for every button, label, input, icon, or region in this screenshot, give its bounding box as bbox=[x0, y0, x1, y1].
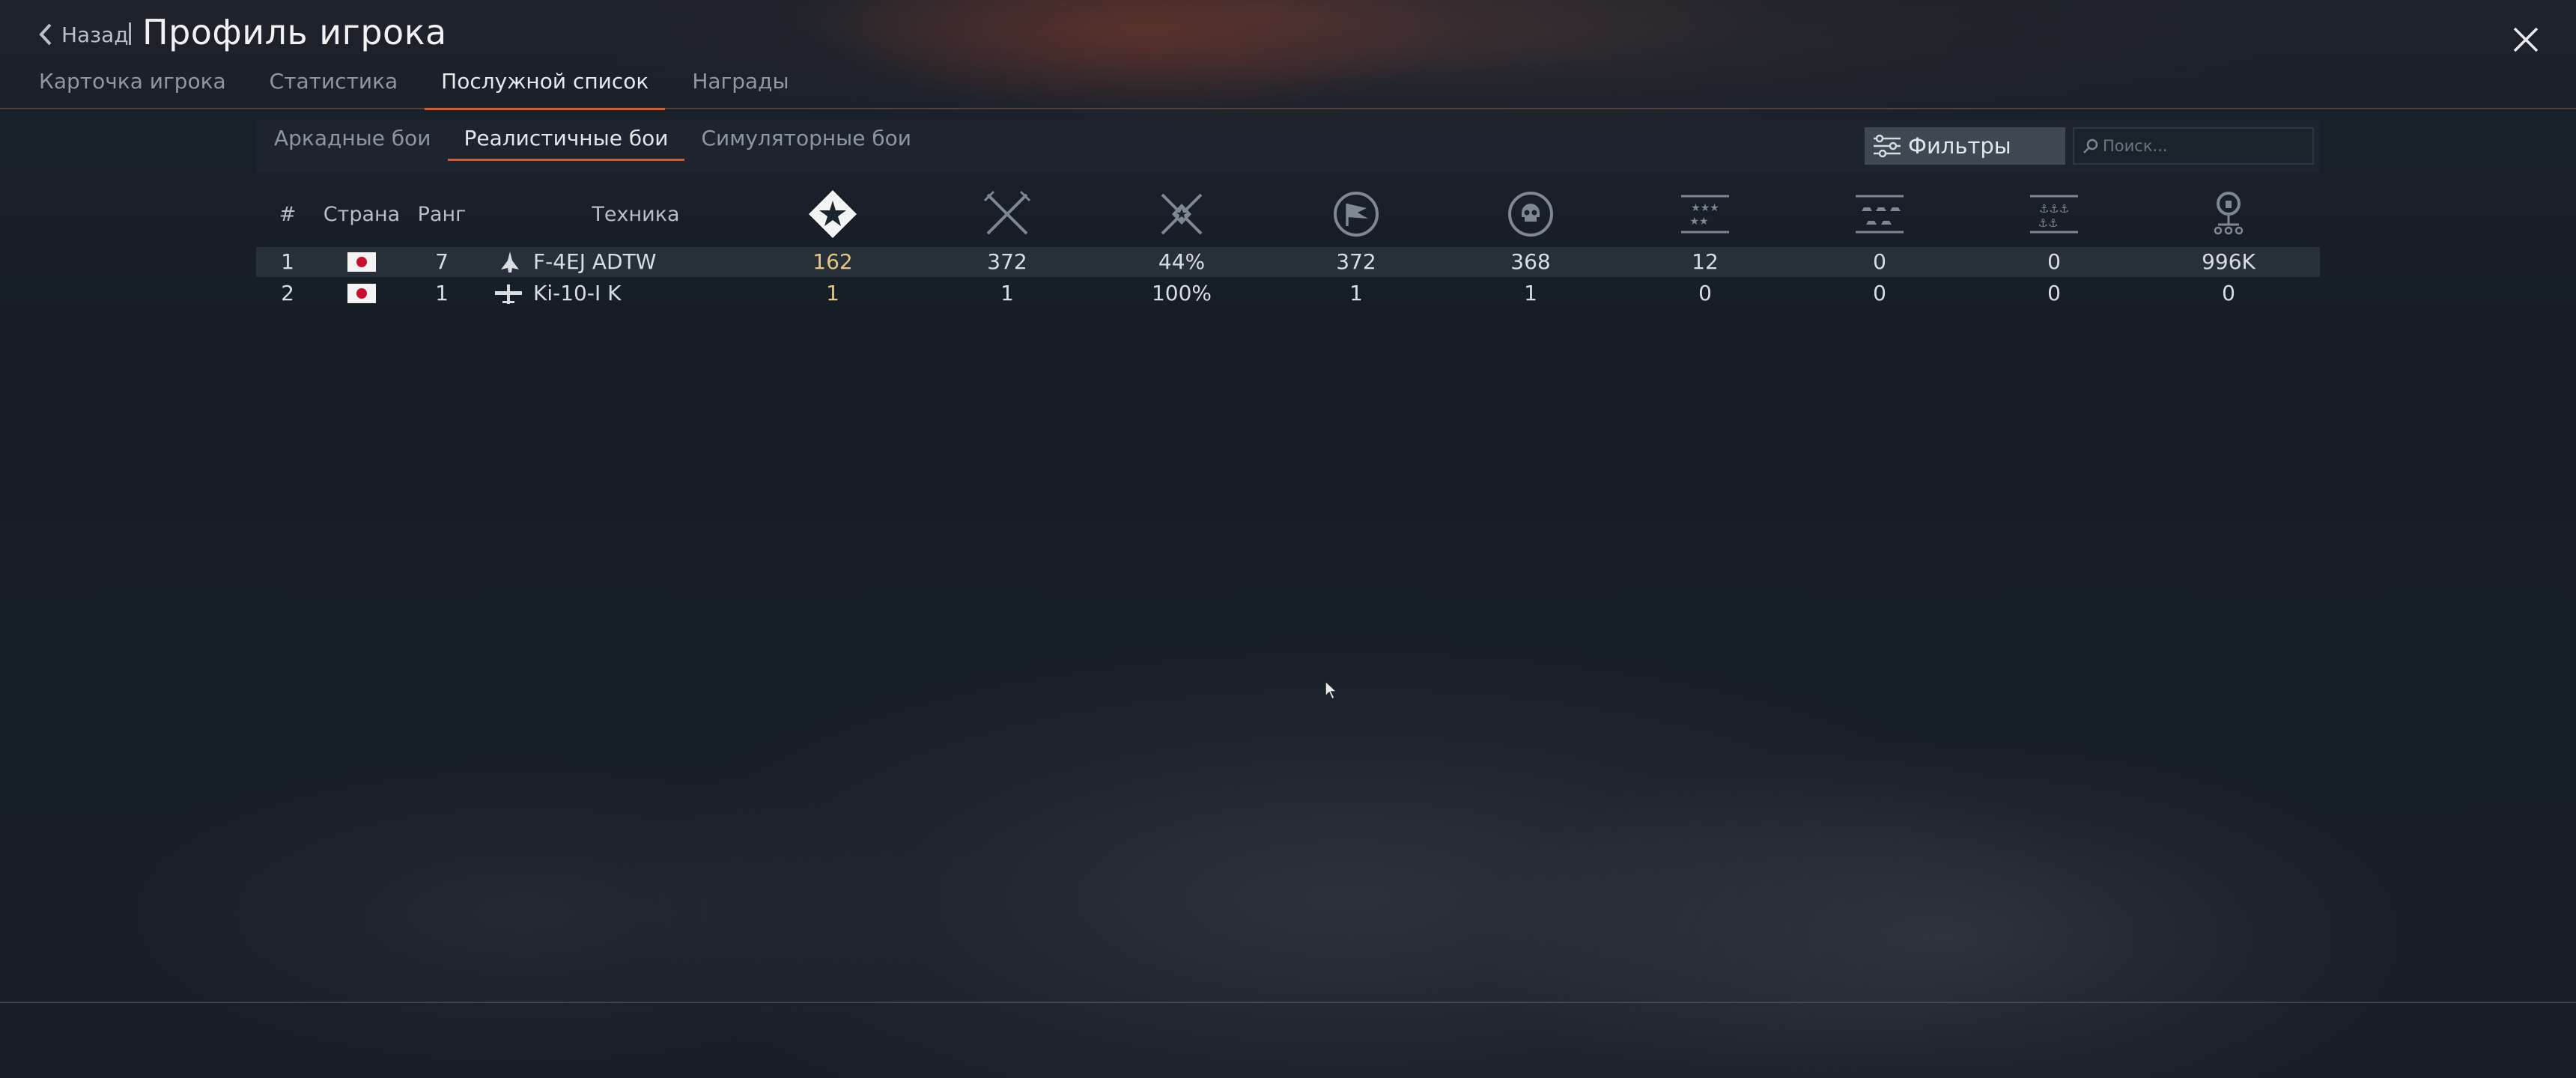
table-header: # Страна Ранг Техника ★★★ ★★ ⚓⚓⚓ ⚓⚓ bbox=[256, 184, 2320, 244]
chevron-left-icon bbox=[39, 23, 52, 46]
japan-flag-icon bbox=[347, 252, 376, 272]
row-ground-kills: 0 bbox=[1873, 249, 1886, 274]
col-vehicle[interactable]: Техника bbox=[592, 184, 679, 244]
row-research-points: 996K bbox=[2202, 249, 2255, 274]
table-row[interactable]: 2 1 Ki-10-I K 1 1 100% 1 1 0 0 0 0 bbox=[256, 278, 2320, 308]
close-icon[interactable] bbox=[2510, 24, 2542, 55]
col-deaths[interactable] bbox=[1504, 184, 1558, 244]
filters-label: Фильтры bbox=[1908, 133, 2011, 159]
battles-icon bbox=[983, 190, 1031, 235]
row-rank: 7 bbox=[435, 249, 449, 274]
table-row[interactable]: 1 7 F-4EJ ADTW 162 372 44% 372 368 12 0 … bbox=[256, 247, 2320, 277]
win-rate-icon bbox=[1161, 193, 1203, 235]
col-respawns[interactable] bbox=[1329, 184, 1383, 244]
row-research-points: 0 bbox=[2222, 281, 2235, 305]
prop-plane-icon bbox=[495, 284, 522, 304]
row-naval-kills: 0 bbox=[2047, 281, 2061, 305]
row-index: 1 bbox=[281, 249, 294, 274]
row-win-rate: 44% bbox=[1158, 249, 1206, 274]
search-input[interactable] bbox=[2103, 137, 2305, 155]
mode-tabs: Аркадные бои Реалистичные бои Симуляторн… bbox=[274, 126, 944, 161]
row-naval-kills: 0 bbox=[2047, 249, 2061, 274]
page-title: Профиль игрока bbox=[142, 12, 447, 52]
victories-icon bbox=[809, 190, 857, 238]
svg-text:⚓⚓: ⚓⚓ bbox=[2038, 216, 2059, 230]
japan-flag-icon bbox=[347, 284, 376, 303]
row-victories: 1 bbox=[826, 281, 839, 305]
respawns-icon bbox=[1334, 192, 1379, 237]
row-air-kills: 0 bbox=[1698, 281, 1712, 305]
row-ground-kills: 0 bbox=[1873, 281, 1886, 305]
col-win-rate[interactable] bbox=[1155, 184, 1209, 244]
back-button[interactable]: Назад bbox=[37, 16, 129, 52]
col-battles[interactable] bbox=[980, 184, 1034, 244]
ground-kills-icon bbox=[1856, 195, 1904, 234]
row-win-rate: 100% bbox=[1151, 281, 1212, 305]
research-points-icon bbox=[2214, 192, 2244, 235]
air-kills-icon: ★★★ ★★ bbox=[1681, 195, 1729, 234]
row-battles: 1 bbox=[1000, 281, 1014, 305]
col-air-kills[interactable]: ★★★ ★★ bbox=[1678, 184, 1732, 244]
title-separator bbox=[129, 22, 131, 45]
tab-service-record[interactable]: Послужной список bbox=[425, 69, 666, 110]
col-naval-kills[interactable]: ⚓⚓⚓ ⚓⚓ bbox=[2027, 184, 2081, 244]
tab-arcade[interactable]: Аркадные бои bbox=[274, 126, 431, 161]
tab-realistic[interactable]: Реалистичные бои bbox=[447, 126, 685, 161]
search-box[interactable] bbox=[2073, 127, 2314, 165]
svg-text:⚓⚓⚓: ⚓⚓⚓ bbox=[2039, 202, 2069, 216]
col-rank[interactable]: Ранг bbox=[418, 184, 467, 244]
row-rank: 1 bbox=[435, 281, 449, 305]
naval-kills-icon: ⚓⚓⚓ ⚓⚓ bbox=[2030, 195, 2078, 234]
deaths-icon bbox=[1508, 192, 1553, 237]
tab-statistics[interactable]: Статистика bbox=[270, 69, 398, 101]
svg-text:★★★: ★★★ bbox=[1691, 202, 1719, 214]
row-battles: 372 bbox=[987, 249, 1027, 274]
row-vehicle: Ki-10-I K bbox=[533, 281, 622, 305]
mouse-cursor-icon bbox=[1325, 680, 1338, 701]
row-respawns: 372 bbox=[1336, 249, 1376, 274]
row-air-kills: 12 bbox=[1692, 249, 1719, 274]
col-index[interactable]: # bbox=[279, 184, 297, 244]
footer-divider bbox=[0, 1002, 2576, 1003]
profile-tabs: Карточка игрока Статистика Послужной спи… bbox=[39, 69, 833, 110]
col-country[interactable]: Страна bbox=[323, 184, 400, 244]
row-deaths: 368 bbox=[1510, 249, 1551, 274]
back-label: Назад bbox=[61, 22, 129, 47]
tab-player-card[interactable]: Карточка игрока bbox=[39, 69, 226, 101]
row-index: 2 bbox=[281, 281, 294, 305]
search-icon bbox=[2083, 138, 2098, 153]
filters-button[interactable]: Фильтры bbox=[1865, 127, 2065, 165]
filter-sliders-icon bbox=[1874, 134, 1901, 158]
jet-icon bbox=[501, 252, 519, 272]
col-research-points[interactable] bbox=[2202, 184, 2255, 244]
row-vehicle: F-4EJ ADTW bbox=[533, 249, 657, 274]
row-respawns: 1 bbox=[1349, 281, 1363, 305]
tab-simulator[interactable]: Симуляторные бои bbox=[701, 126, 911, 161]
col-ground-kills[interactable] bbox=[1853, 184, 1907, 244]
row-victories: 162 bbox=[812, 249, 853, 274]
tab-awards[interactable]: Награды bbox=[692, 69, 789, 101]
col-victories[interactable] bbox=[806, 184, 860, 244]
svg-text:★★: ★★ bbox=[1689, 216, 1708, 228]
row-deaths: 1 bbox=[1524, 281, 1537, 305]
